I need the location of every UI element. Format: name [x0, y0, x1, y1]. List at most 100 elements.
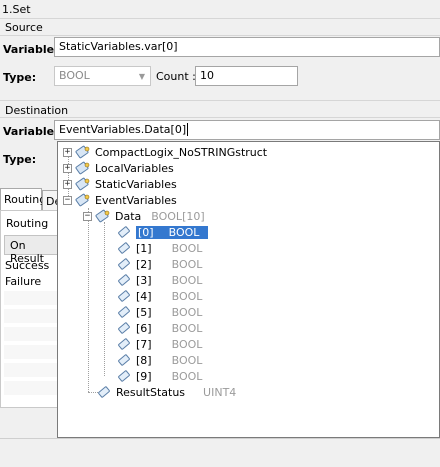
- tree-node-localvariables[interactable]: + LocalVariables: [63, 160, 174, 176]
- expand-plus-icon[interactable]: +: [63, 147, 72, 157]
- element-type: BOOL: [171, 289, 203, 303]
- source-type-select[interactable]: BOOL ▼: [54, 66, 151, 86]
- routing-row-failure[interactable]: Failure: [5, 275, 41, 288]
- element-type: BOOL: [171, 257, 203, 271]
- tree-line: [88, 208, 89, 392]
- element-type: BOOL: [171, 321, 203, 335]
- element-index: [6]: [136, 321, 152, 335]
- tree-line: [104, 222, 105, 376]
- tree-node-data[interactable]: − Data BOOL[10]: [83, 208, 205, 224]
- element-type: BOOL: [171, 273, 203, 287]
- element-index: [1]: [136, 241, 152, 255]
- tag-icon: [118, 370, 130, 382]
- tree-node-element-6[interactable]: [6] BOOL: [116, 320, 202, 336]
- bottom-bar: [0, 438, 440, 467]
- tag-icon: [118, 322, 130, 334]
- element-index: [0]: [136, 225, 156, 239]
- expand-plus-icon[interactable]: +: [63, 179, 72, 189]
- destination-variable-input[interactable]: EventVariables.Data[0]: [54, 120, 440, 140]
- collapse-minus-icon[interactable]: −: [63, 195, 72, 205]
- element-type: BOOL: [155, 225, 209, 239]
- expand-plus-icon[interactable]: +: [63, 163, 72, 173]
- tree-node-element-8[interactable]: [8] BOOL: [116, 352, 202, 368]
- variable-group-icon: [75, 161, 90, 175]
- destination-divider: [0, 100, 440, 101]
- tree-node-type: UINT4: [203, 385, 237, 399]
- element-index: [2]: [136, 257, 152, 271]
- collapse-minus-icon[interactable]: −: [83, 211, 92, 221]
- tree-node-element-3[interactable]: [3] BOOL: [116, 272, 202, 288]
- routing-header: Routing: [6, 217, 49, 230]
- tree-node-label: CompactLogix_NoSTRINGstruct: [95, 145, 268, 159]
- tree-node-resultstatus[interactable]: ResultStatus UINT4: [96, 384, 236, 400]
- routing-empty-row: [4, 327, 58, 342]
- tree-node-element-1[interactable]: [1] BOOL: [116, 240, 202, 256]
- tree-node-element-9[interactable]: [9] BOOL: [116, 368, 202, 384]
- destination-variable-value: EventVariables.Data[0]: [59, 123, 187, 136]
- element-type: BOOL: [171, 353, 203, 367]
- on-result-button[interactable]: On Result: [4, 235, 58, 265]
- destination-group-label: Destination: [5, 104, 69, 117]
- source-variable-label: Variable:: [3, 43, 59, 56]
- element-index: [9]: [136, 369, 152, 383]
- source-group-label: Source: [5, 21, 43, 34]
- tag-icon: [118, 226, 130, 238]
- element-index: [7]: [136, 337, 152, 351]
- tree-node-staticvariables[interactable]: + StaticVariables: [63, 176, 177, 192]
- element-index: [3]: [136, 273, 152, 287]
- tree-node-type: BOOL[10]: [151, 209, 205, 223]
- routing-panel: Routing On Result Success Failure: [0, 210, 59, 408]
- tree-node-element-0[interactable]: [0] BOOL: [116, 224, 209, 240]
- routing-empty-row: [4, 291, 58, 306]
- tag-icon: [118, 338, 130, 350]
- tree-node-label: ResultStatus: [116, 385, 186, 399]
- routing-empty-row: [4, 381, 58, 396]
- count-label: Count :: [156, 70, 196, 83]
- element-type: BOOL: [171, 241, 203, 255]
- tree-node-label: EventVariables: [95, 193, 177, 207]
- source-type-value: BOOL: [59, 69, 90, 82]
- tree-node-compactlogix[interactable]: + CompactLogix_NoSTRINGstruct: [63, 144, 267, 160]
- element-type: BOOL: [171, 369, 203, 383]
- element-index: [8]: [136, 353, 152, 367]
- destination-type-label: Type:: [3, 153, 37, 166]
- tag-icon: [118, 306, 130, 318]
- chevron-down-icon[interactable]: ▼: [134, 67, 150, 85]
- destination-variable-label: Variable:: [3, 125, 59, 138]
- tree-node-element-7[interactable]: [7] BOOL: [116, 336, 202, 352]
- routing-empty-row: [4, 309, 58, 324]
- window-title: 1.Set: [2, 3, 31, 16]
- tree-node-element-4[interactable]: [4] BOOL: [116, 288, 202, 304]
- tab-details[interactable]: De: [42, 190, 58, 212]
- variable-tree-popup[interactable]: + CompactLogix_NoSTRINGstruct + LocalVar…: [57, 141, 440, 438]
- element-type: BOOL: [171, 305, 203, 319]
- element-index: [5]: [136, 305, 152, 319]
- variable-group-icon: [75, 145, 90, 159]
- source-divider-2: [0, 35, 440, 36]
- tag-icon: [118, 258, 130, 270]
- tab-routing[interactable]: Routing: [0, 188, 46, 210]
- tree-node-element-2[interactable]: [2] BOOL: [116, 256, 202, 272]
- text-caret: [187, 123, 189, 136]
- tree-node-label: LocalVariables: [95, 161, 174, 175]
- routing-empty-row: [4, 363, 58, 378]
- routing-empty-row: [4, 345, 58, 360]
- source-variable-input[interactable]: StaticVariables.var[0]: [54, 37, 440, 57]
- tag-icon: [98, 386, 110, 398]
- source-divider: [0, 18, 440, 19]
- count-input[interactable]: 10: [195, 66, 298, 86]
- tree-node-label: StaticVariables: [95, 177, 177, 191]
- array-variable-icon: [95, 209, 110, 223]
- tag-icon: [118, 290, 130, 302]
- routing-row-success[interactable]: Success: [5, 259, 49, 272]
- destination-divider-2: [0, 117, 440, 118]
- tree-node-element-5[interactable]: [5] BOOL: [116, 304, 202, 320]
- source-type-label: Type:: [3, 71, 37, 84]
- tag-icon: [118, 354, 130, 366]
- tag-icon: [118, 274, 130, 286]
- element-type: BOOL: [171, 337, 203, 351]
- tree-node-label: Data: [115, 209, 142, 223]
- tree-node-eventvariables[interactable]: − EventVariables: [63, 192, 177, 208]
- variable-group-icon: [75, 177, 90, 191]
- tag-icon: [118, 242, 130, 254]
